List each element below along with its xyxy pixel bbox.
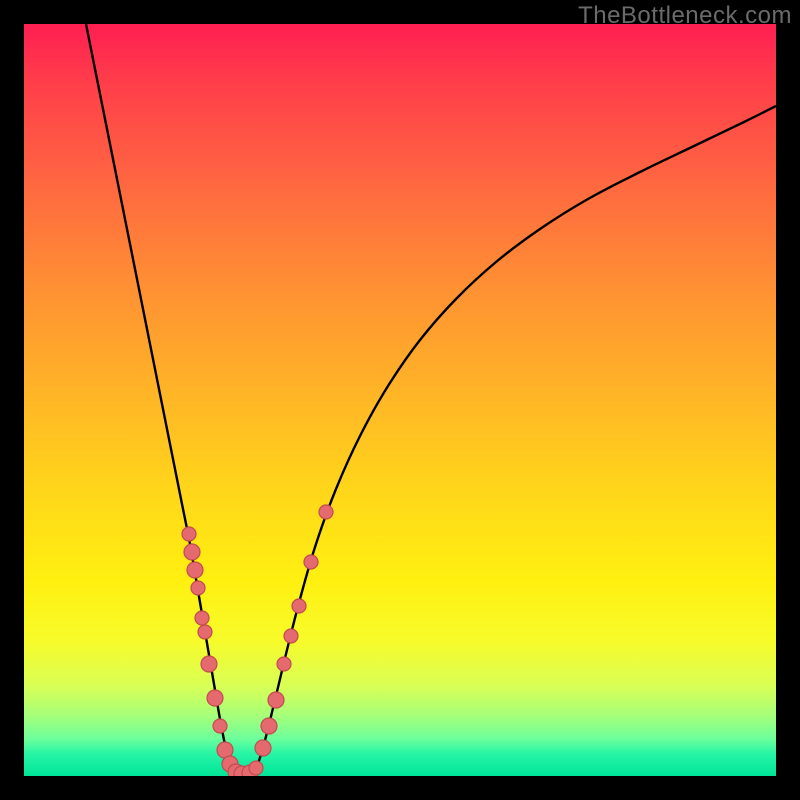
right-curve	[252, 106, 776, 774]
scatter-dots	[182, 505, 333, 776]
scatter-dot	[249, 761, 263, 775]
scatter-dot	[284, 629, 298, 643]
chart-plot-area	[24, 24, 776, 776]
scatter-dot	[255, 740, 271, 756]
scatter-dot	[319, 505, 333, 519]
scatter-dot	[292, 599, 306, 613]
scatter-dot	[304, 555, 318, 569]
scatter-dot	[198, 625, 212, 639]
scatter-dot	[201, 656, 217, 672]
scatter-dot	[182, 527, 196, 541]
scatter-dot	[195, 611, 209, 625]
scatter-dot	[191, 581, 205, 595]
scatter-dot	[187, 562, 203, 578]
watermark-text: TheBottleneck.com	[578, 2, 792, 30]
scatter-dot	[207, 690, 223, 706]
scatter-dot	[261, 718, 277, 734]
scatter-dot	[277, 657, 291, 671]
scatter-dot	[268, 692, 284, 708]
scatter-dot	[213, 719, 227, 733]
chart-svg	[24, 24, 776, 776]
scatter-dot	[184, 544, 200, 560]
